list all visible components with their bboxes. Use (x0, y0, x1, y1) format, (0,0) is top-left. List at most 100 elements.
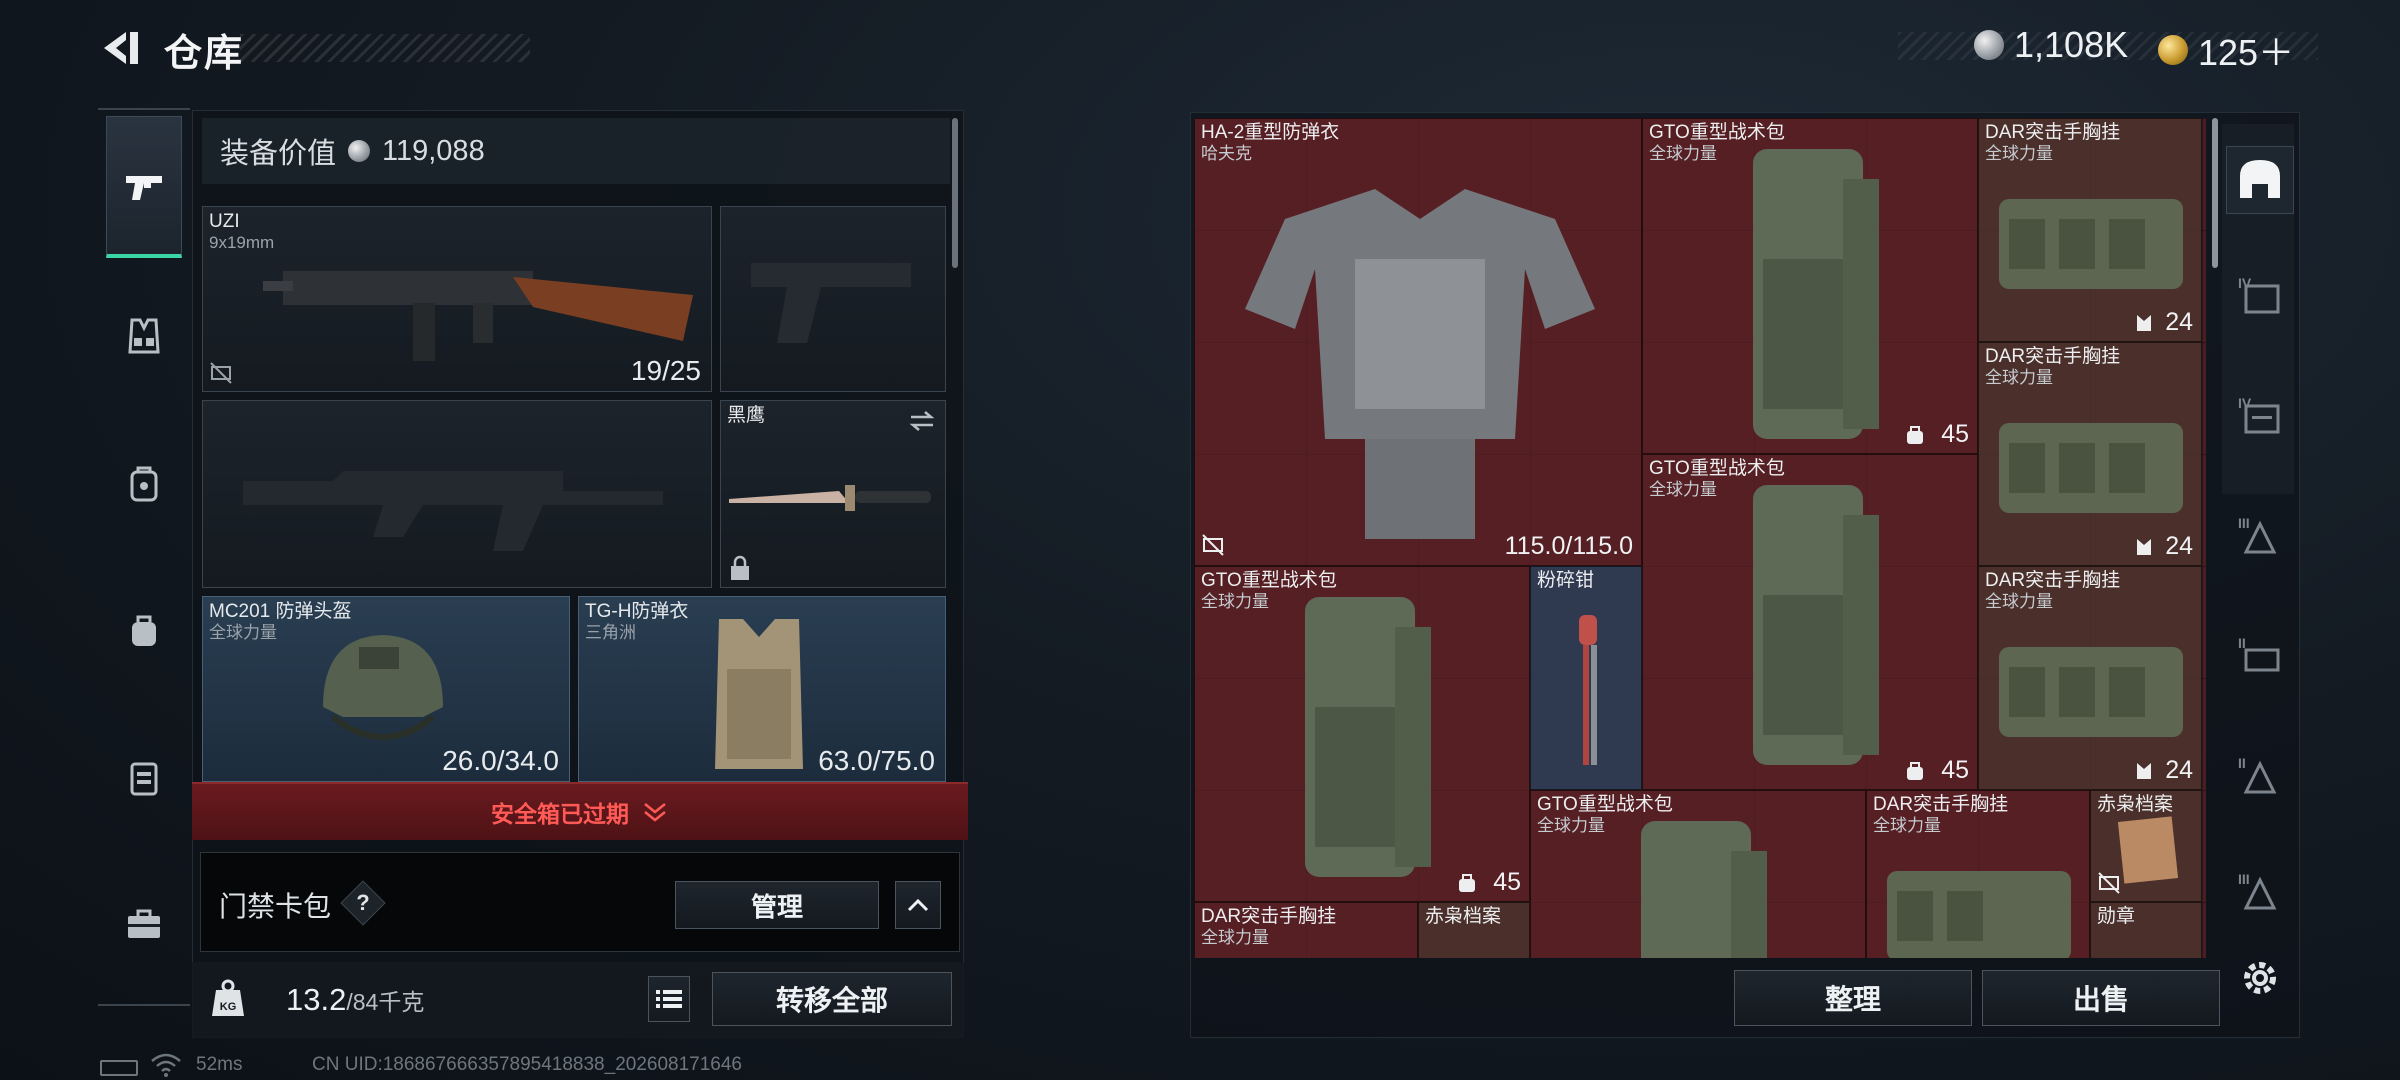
helmet-icon (2240, 160, 2280, 198)
equip-value: 119,088 (382, 134, 485, 167)
loadout-scrollbar[interactable] (952, 118, 958, 268)
item-capacity: 24 (2165, 308, 2193, 336)
pistol-icon (126, 175, 162, 200)
filter-tier-4-armor[interactable]: IV (2226, 262, 2294, 330)
helmet-slot[interactable]: MC201 防弹头盔 全球力量 26.0/34.0 (202, 596, 570, 782)
rifle-silhouette-icon (243, 471, 663, 551)
tab-vests[interactable] (106, 298, 182, 374)
storage-item[interactable]: DAR突击手胸挂 全球力量 24 (1978, 342, 2202, 566)
primary-weapon-slot[interactable]: UZI 9x19mm 19/25 (202, 206, 712, 392)
item-faction: 全球力量 (1537, 816, 1605, 835)
primary-weapon-name: UZI (209, 211, 240, 232)
item-faction: 全球力量 (1873, 816, 1941, 835)
rig-tier-2-icon: II (2238, 755, 2277, 794)
filter-tier-2-gun[interactable]: II (2226, 622, 2294, 690)
tab-backpacks[interactable] (106, 446, 182, 522)
transfer-all-button[interactable]: 转移全部 (712, 972, 952, 1026)
chest-rig-image (1887, 871, 2071, 958)
tab-pouches[interactable] (106, 592, 182, 668)
helmet-durability: 26.0/34.0 (442, 745, 559, 776)
capacity-icon (1907, 762, 1923, 780)
help-icon[interactable]: ? (347, 887, 379, 919)
capacity-icon (2137, 315, 2151, 331)
collapse-button[interactable] (895, 881, 941, 929)
backpack-tier-2-icon: III (2238, 871, 2277, 910)
item-capacity: 45 (1941, 756, 1969, 784)
storage-item[interactable]: 赤枭档案 (1418, 902, 1530, 958)
helmet-faction: 全球力量 (209, 623, 277, 642)
item-name: HA-2重型防弹衣 (1201, 122, 1340, 143)
title-decoration (240, 34, 530, 62)
storage-item[interactable]: GTO重型战术包 全球力量 45 (1642, 454, 1978, 790)
storage-grid: HA-2重型防弹衣 哈夫克 115.0/115.0 GTO重型战术包 全球力量 45… (1194, 118, 2206, 958)
capacity-icon (2137, 539, 2151, 555)
filter-all[interactable] (2226, 146, 2294, 214)
gun-tier-2-icon: II (2238, 635, 2280, 672)
filter-tier-2-rig[interactable]: II (2226, 742, 2294, 810)
weight-bar: KG 13.2/84千克 转移全部 (192, 962, 964, 1038)
storage-item[interactable]: DAR突击手胸挂 全球力量 24 (1978, 566, 2202, 790)
pistol-slot[interactable] (720, 206, 946, 392)
item-capacity: 45 (1941, 420, 1969, 448)
melee-slot[interactable]: 黑鹰 (720, 400, 946, 588)
chevron-up-icon (907, 898, 929, 912)
item-faction: 全球力量 (1201, 928, 1269, 947)
equip-value-bar: 装备价值 119,088 (202, 118, 950, 184)
storage-item[interactable]: 赤枭档案 (2090, 790, 2202, 902)
item-name: DAR突击手胸挂 (1873, 794, 2009, 815)
tab-weapons[interactable] (106, 116, 182, 258)
safebox-expired-banner[interactable]: 安全箱已过期 (192, 782, 968, 840)
storage-item[interactable]: DAR突击手胸挂 全球力量 (1866, 790, 2090, 958)
sort-button[interactable]: 整理 (1734, 970, 1972, 1026)
wifi-icon (151, 1053, 181, 1077)
rail-bottom-line (98, 1004, 190, 1006)
chest-rig-image (1999, 647, 2183, 737)
storage-item[interactable]: DAR突击手胸挂 全球力量 (1194, 902, 1418, 958)
pistol-silhouette-icon (751, 263, 911, 343)
manage-button[interactable]: 管理 (675, 881, 879, 929)
svg-text:III: III (2238, 515, 2250, 531)
primary-weapon-ammo: 19/25 (630, 355, 701, 386)
rail-top-line (98, 108, 190, 110)
backpack-tier-3-icon: III (2238, 515, 2277, 554)
list-view-button[interactable] (648, 976, 690, 1022)
storage-item[interactable]: GTO重型战术包 全球力量 (1530, 790, 1866, 958)
item-name: DAR突击手胸挂 (1985, 346, 2121, 367)
secondary-weapon-slot[interactable] (202, 400, 712, 588)
armor-durability: 63.0/75.0 (818, 745, 935, 776)
silver-currency: 1,108K (1974, 24, 2128, 66)
filter-tier-3-backpack[interactable]: III (2226, 502, 2294, 570)
chest-rig-image (1999, 199, 2183, 289)
list-icon (656, 990, 682, 1008)
item-name: DAR突击手胸挂 (1201, 906, 1337, 927)
swap-icon[interactable] (907, 409, 937, 433)
tactical-backpack-image (1641, 821, 1767, 958)
item-name: 赤枭档案 (1425, 906, 1502, 927)
tab-toolbox[interactable] (106, 886, 182, 962)
storage-item[interactable]: 勋章 (2090, 902, 2202, 958)
item-name: 勋章 (2097, 906, 2136, 927)
tab-cases[interactable] (106, 740, 182, 816)
back-arrow-icon[interactable] (96, 28, 144, 68)
filter-tier-2-backpack[interactable]: III (2226, 862, 2294, 922)
no-insure-icon (210, 362, 232, 384)
item-faction: 全球力量 (1649, 144, 1717, 163)
silver-coin-icon (348, 140, 371, 162)
sell-button[interactable]: 出售 (1982, 970, 2220, 1026)
armor-image (715, 619, 803, 769)
storage-item[interactable]: HA-2重型防弹衣 哈夫克 115.0/115.0 (1194, 118, 1642, 566)
ping-value: 52ms (196, 1054, 243, 1075)
weight-kg-icon: KG (212, 979, 244, 1016)
armor-slot[interactable]: TG-H防弹衣 三角洲 63.0/75.0 (578, 596, 946, 782)
storage-item[interactable]: DAR突击手胸挂 全球力量 24 (1978, 118, 2202, 342)
helmet-image (323, 635, 443, 740)
storage-item[interactable]: GTO重型战术包 全球力量 45 (1194, 566, 1530, 902)
storage-item[interactable]: GTO重型战术包 全球力量 45 (1642, 118, 1978, 454)
storage-item[interactable]: 粉碎钳 (1530, 566, 1642, 790)
storage-scrollbar[interactable] (2212, 118, 2218, 268)
settings-button[interactable] (2226, 944, 2294, 1012)
double-chevron-down-icon (644, 803, 666, 822)
filter-tier-4-rig[interactable]: IV (2226, 382, 2294, 450)
gold-currency[interactable]: 125＋ (2158, 24, 2294, 76)
item-name: DAR突击手胸挂 (1985, 122, 2121, 143)
